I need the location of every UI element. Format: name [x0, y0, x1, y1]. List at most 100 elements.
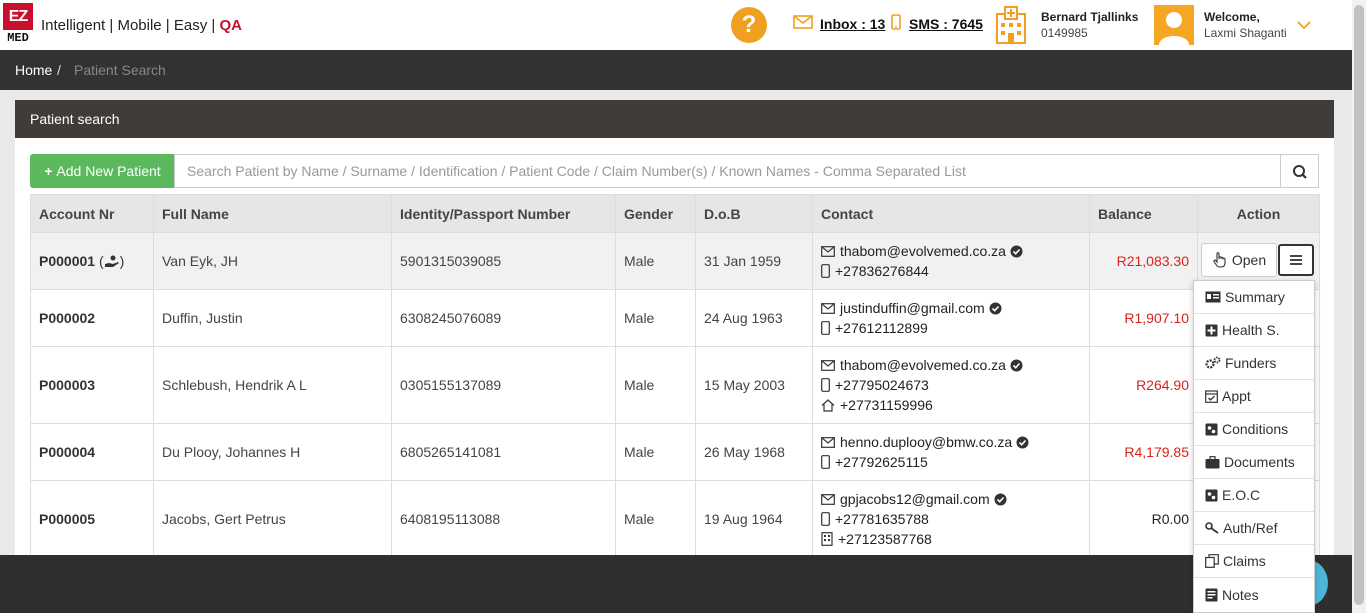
- mobile-icon: [821, 321, 830, 335]
- menu-item-auth-ref[interactable]: Auth/Ref: [1194, 512, 1314, 545]
- balance-cell: R0.00: [1089, 480, 1198, 558]
- column-header[interactable]: Balance: [1089, 194, 1198, 233]
- breadcrumb-current: Patient Search: [74, 62, 166, 78]
- patient-search-panel: Patient search + Add New Patient Account…: [15, 100, 1334, 560]
- table-row[interactable]: P000005 Jacobs, Gert Petrus 640819511308…: [30, 480, 1320, 558]
- breadcrumb-home[interactable]: Home: [15, 62, 52, 78]
- menu-item-funders[interactable]: Funders: [1194, 347, 1314, 380]
- hospital-icon[interactable]: [995, 6, 1027, 44]
- table-row[interactable]: P000002 Duffin, Justin 6308245076089 Mal…: [30, 289, 1320, 347]
- patient-table: Account Nr Full Name Identity/Passport N…: [30, 194, 1320, 558]
- chevron-down-icon[interactable]: [1297, 20, 1311, 30]
- column-header[interactable]: D.o.B: [695, 194, 813, 233]
- contact-cell: thabom@evolvemed.co.za +27836276844: [812, 232, 1090, 290]
- verified-check-icon: [1010, 359, 1023, 371]
- dob-cell: 19 Aug 1964: [695, 480, 813, 558]
- gender-cell: Male: [615, 346, 696, 424]
- column-header[interactable]: Action: [1197, 194, 1320, 233]
- building-icon: [821, 532, 833, 546]
- column-header[interactable]: Account Nr: [30, 194, 154, 233]
- column-header[interactable]: Full Name: [153, 194, 392, 233]
- contact-work: +27123587768: [821, 529, 1089, 549]
- envelope-icon: [821, 245, 835, 257]
- email-text: justinduffin@gmail.com: [840, 300, 985, 316]
- contact-cell: thabom@evolvemed.co.za +27795024673 +277…: [812, 346, 1090, 424]
- mobile-icon: [821, 264, 830, 278]
- menu-item-label: E.O.C: [1222, 487, 1261, 503]
- email-text: henno.duplooy@bmw.co.za: [840, 434, 1013, 450]
- menu-item-health-summary[interactable]: Health S.: [1194, 314, 1314, 347]
- sms-link[interactable]: SMS : 7645: [909, 16, 983, 32]
- add-new-patient-label: Add New Patient: [56, 163, 161, 179]
- menu-item-documents[interactable]: Documents: [1194, 446, 1314, 479]
- column-header[interactable]: Contact: [812, 194, 1090, 233]
- envelope-icon: [821, 359, 835, 371]
- open-patient-button[interactable]: Open: [1201, 243, 1277, 277]
- contact-mobile: +27781635788: [821, 509, 1089, 529]
- verified-check-icon: [994, 493, 1007, 505]
- avatar[interactable]: [1154, 5, 1194, 45]
- verified-check-icon: [1010, 245, 1023, 257]
- scrollbar-thumb[interactable]: [1354, 5, 1364, 605]
- hand-holding-heart-icon: [104, 255, 119, 267]
- balance-cell: R4,179.85: [1089, 423, 1198, 481]
- account-cell: P000004: [30, 423, 154, 481]
- user-name: Laxmi Shaganti: [1204, 26, 1287, 40]
- pointer-hand-icon: [1213, 252, 1226, 268]
- menu-item-eoc[interactable]: E.O.C: [1194, 479, 1314, 512]
- breadcrumb: Home / Patient Search: [0, 50, 1352, 90]
- contact-email: henno.duplooy@bmw.co.za: [821, 432, 1089, 452]
- help-icon[interactable]: ?: [731, 7, 767, 43]
- gender-cell: Male: [615, 289, 696, 347]
- column-header[interactable]: Gender: [615, 194, 696, 233]
- practice-number: 0149985: [1041, 26, 1088, 40]
- menu-item-label: Conditions: [1222, 421, 1289, 437]
- id-card-icon: [1205, 291, 1221, 303]
- envelope-icon: [821, 436, 835, 448]
- menu-item-claims[interactable]: Claims: [1194, 545, 1314, 578]
- key-icon: [1205, 522, 1219, 534]
- tagline-text: Intelligent | Mobile | Easy |: [41, 17, 220, 34]
- menu-item-label: Summary: [1225, 289, 1285, 305]
- contact-cell: justinduffin@gmail.com +27612112899: [812, 289, 1090, 347]
- mobile-text: +27836276844: [835, 263, 929, 279]
- contact-home: +27731159996: [821, 395, 1089, 415]
- logo-bottom: MED: [7, 31, 29, 45]
- gears-icon: [1205, 356, 1221, 369]
- contact-email: justinduffin@gmail.com: [821, 298, 1089, 318]
- patient-search-input[interactable]: [174, 154, 1281, 188]
- menu-item-label: Notes: [1222, 586, 1259, 603]
- mobile-icon: [821, 512, 830, 526]
- logo-top: EZ: [3, 3, 33, 30]
- email-text: thabom@evolvemed.co.za: [840, 357, 1006, 373]
- contact-email: thabom@evolvemed.co.za: [821, 241, 1089, 261]
- envelope-icon: [793, 15, 813, 29]
- add-new-patient-button[interactable]: + Add New Patient: [30, 154, 175, 188]
- full-name-cell: Van Eyk, JH: [153, 232, 392, 290]
- briefcase-icon: [1205, 455, 1220, 468]
- menu-item-notes[interactable]: Notes: [1194, 578, 1314, 611]
- account-cell: P000003: [30, 346, 154, 424]
- column-header[interactable]: Identity/Passport Number: [391, 194, 616, 233]
- menu-item-label: Appt: [1222, 388, 1251, 404]
- identity-cell: 5901315039085: [391, 232, 616, 290]
- row-actions-dropdown: Summary Health S. Funders Appt Condition…: [1193, 280, 1315, 613]
- mobile-text: +27792625115: [835, 454, 928, 470]
- table-row[interactable]: P000003 Schlebush, Hendrik A L 030515513…: [30, 346, 1320, 424]
- contact-cell: henno.duplooy@bmw.co.za +27792625115: [812, 423, 1090, 481]
- row-actions-menu-button[interactable]: [1278, 244, 1314, 276]
- ezmed-logo[interactable]: EZ MED: [3, 3, 33, 47]
- identity-cell: 6805265141081: [391, 423, 616, 481]
- search-button[interactable]: [1280, 154, 1319, 188]
- menu-item-conditions[interactable]: Conditions: [1194, 413, 1314, 446]
- table-row[interactable]: P000001 () Van Eyk, JH 5901315039085 Mal…: [30, 232, 1320, 290]
- verified-check-icon: [1016, 436, 1029, 448]
- menu-item-summary[interactable]: Summary: [1194, 281, 1314, 314]
- table-row[interactable]: P000004 Du Plooy, Johannes H 68052651410…: [30, 423, 1320, 481]
- full-name-cell: Schlebush, Hendrik A L: [153, 346, 392, 424]
- menu-item-appt[interactable]: Appt: [1194, 380, 1314, 413]
- home-phone-text: +27731159996: [840, 397, 933, 413]
- mobile-text: +27612112899: [835, 320, 928, 336]
- inbox-link[interactable]: Inbox : 13: [820, 16, 885, 32]
- calendar-check-icon: [1205, 390, 1218, 403]
